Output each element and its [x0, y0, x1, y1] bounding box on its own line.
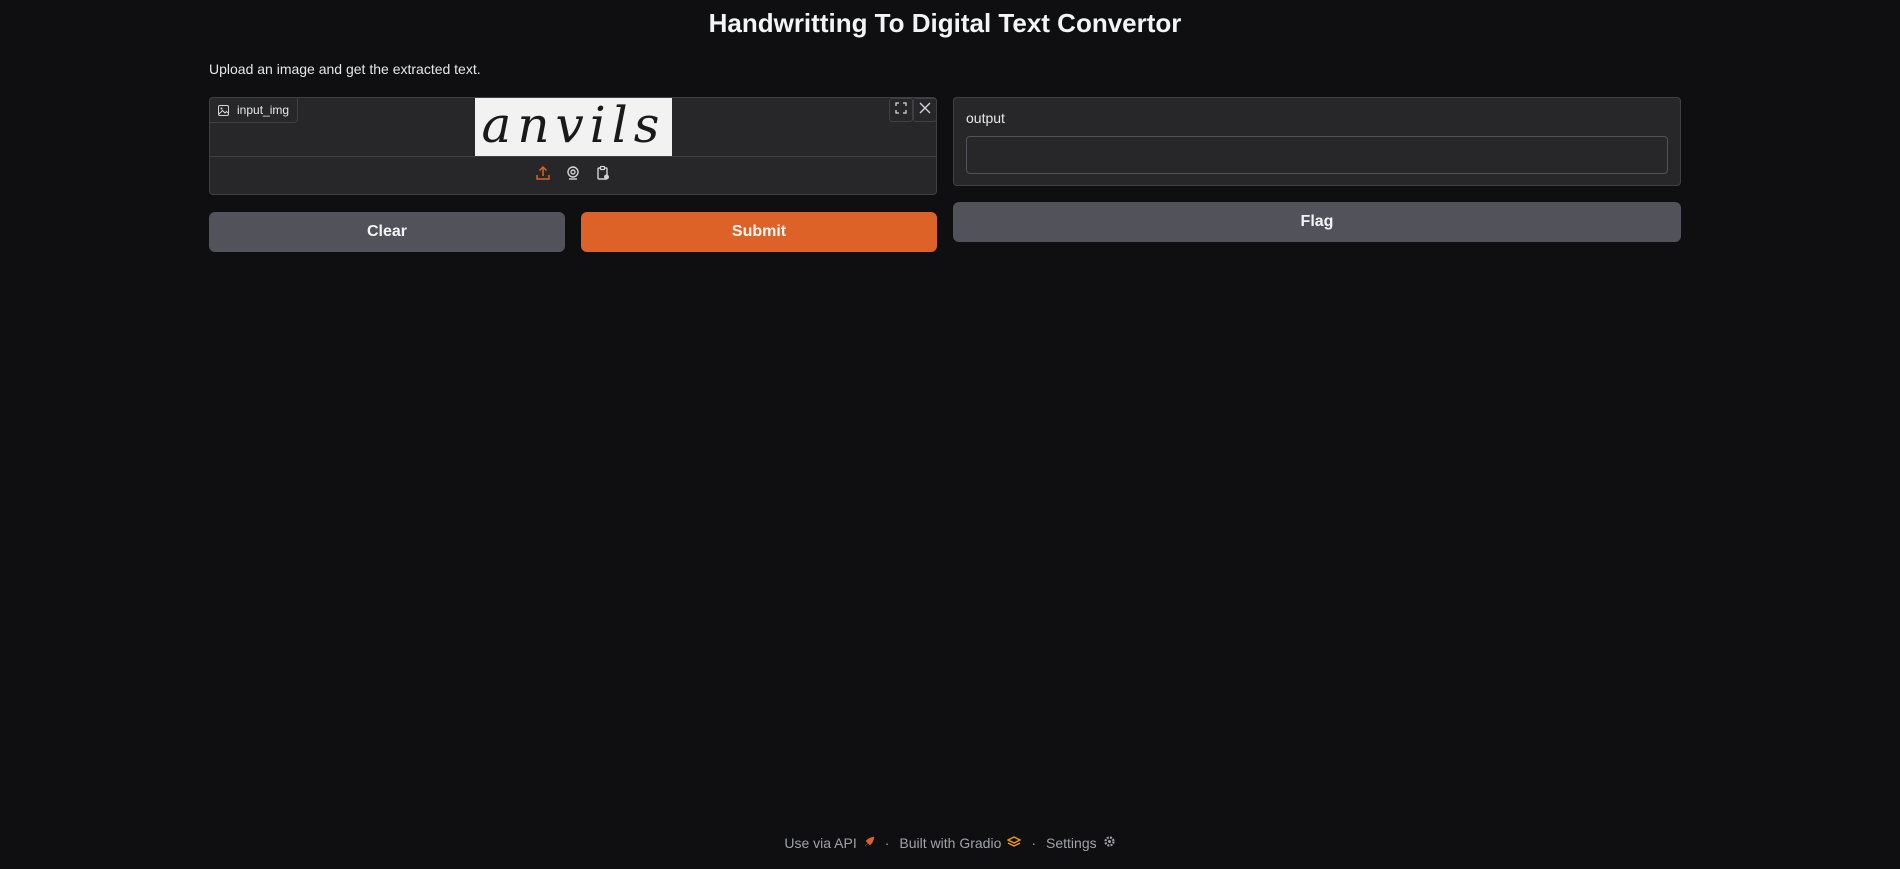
clear-image-button[interactable] [913, 98, 937, 122]
use-via-api-label: Use via API [784, 835, 857, 851]
close-icon [919, 101, 931, 119]
footer-separator: · [884, 835, 890, 851]
fullscreen-icon [895, 101, 907, 119]
submit-button[interactable]: Submit [581, 212, 937, 252]
fullscreen-button[interactable] [889, 98, 913, 122]
footer: Use via API · Built with Gradio · Settin… [0, 835, 1900, 851]
clear-button[interactable]: Clear [209, 212, 565, 252]
clipboard-icon [595, 165, 611, 186]
output-label: output [966, 110, 1005, 126]
webcam-source-button[interactable] [562, 165, 584, 187]
built-with-gradio-link[interactable]: Built with Gradio [899, 835, 1022, 851]
rocket-icon [863, 835, 875, 851]
webcam-icon [565, 165, 581, 186]
use-via-api-link[interactable]: Use via API [784, 835, 875, 851]
clipboard-source-button[interactable] [592, 165, 614, 187]
image-input-label-text: input_img [237, 103, 290, 117]
built-with-gradio-label: Built with Gradio [899, 835, 1002, 851]
gradio-logo-icon [1006, 835, 1022, 851]
page-description: Upload an image and get the extracted te… [209, 61, 481, 77]
settings-label: Settings [1046, 835, 1097, 851]
image-input[interactable]: input_img anvils [209, 97, 937, 195]
gear-icon [1103, 835, 1116, 851]
flag-button[interactable]: Flag [953, 202, 1681, 242]
upload-source-button[interactable] [532, 165, 554, 187]
app-page: Handwritting To Digital Text Convertor U… [0, 0, 1900, 869]
settings-link[interactable]: Settings [1046, 835, 1116, 851]
image-preview: anvils [475, 98, 672, 156]
upload-icon [535, 165, 551, 186]
image-icon [218, 104, 229, 116]
output-textbox[interactable] [966, 136, 1668, 174]
handwriting-sample: anvils [481, 98, 666, 154]
image-source-bar [210, 156, 936, 194]
image-input-label: input_img [210, 98, 299, 123]
page-title: Handwritting To Digital Text Convertor [708, 8, 1182, 38]
footer-separator-2: · [1031, 835, 1037, 851]
output-panel: output [953, 97, 1681, 186]
